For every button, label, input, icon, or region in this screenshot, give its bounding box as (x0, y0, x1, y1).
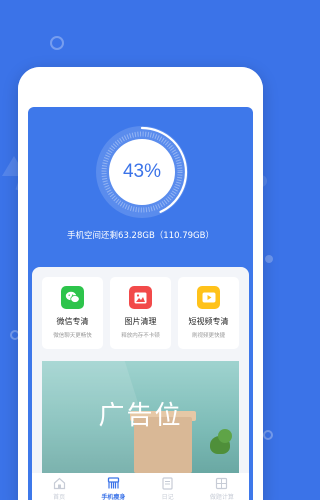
storage-remaining-text: 手机空间还剩63.28GB（110.79GB） (67, 231, 214, 241)
calculator-icon (216, 477, 228, 490)
broom-icon (107, 477, 120, 489)
tab-label: 做题计算 (209, 494, 234, 500)
tab-home[interactable]: 首页 (32, 473, 86, 500)
tab-phone-slim[interactable]: 手机瘦身 (86, 473, 140, 500)
home-icon (53, 477, 65, 490)
phone-bezel-top (18, 67, 263, 107)
phone-mockup: 43% 手机空间还剩63.28GB（110.79GB） 微信专清 微信聊天更畅快 (18, 67, 263, 500)
decorative-dot (265, 255, 273, 263)
decorative-ring (263, 430, 273, 440)
feature-tiles: 微信专清 微信聊天更畅快 图片清理 释放内存不卡顿 短视频专清 刷视频更快捷 (42, 277, 239, 349)
tile-title: 图片清理 (124, 317, 157, 326)
tile-wechat-clean[interactable]: 微信专清 微信聊天更畅快 (42, 277, 103, 349)
tile-title: 微信专清 (56, 317, 89, 326)
tab-label: 首页 (53, 494, 66, 500)
tile-subtitle: 微信聊天更畅快 (53, 333, 92, 339)
image-icon (129, 286, 152, 309)
notebook-icon (162, 477, 173, 490)
ad-banner[interactable]: 广告位 (42, 361, 239, 473)
tab-label: 日记 (161, 494, 174, 500)
tile-title: 短视频专清 (188, 317, 229, 326)
tab-calculator[interactable]: 做题计算 (195, 473, 249, 500)
storage-gauge: 43% (95, 125, 189, 219)
video-icon (197, 286, 220, 309)
tab-diary[interactable]: 日记 (141, 473, 195, 500)
tile-image-clean[interactable]: 图片清理 释放内存不卡顿 (110, 277, 171, 349)
gauge-percent: 43% (122, 161, 162, 182)
tab-label: 手机瘦身 (101, 494, 126, 500)
feature-panel: 微信专清 微信聊天更畅快 图片清理 释放内存不卡顿 短视频专清 刷视频更快捷 广… (32, 267, 249, 500)
tile-subtitle: 刷视频更快捷 (191, 333, 225, 339)
decorative-clock-icon (50, 36, 64, 50)
wechat-icon (61, 286, 84, 309)
tile-subtitle: 释放内存不卡顿 (121, 333, 160, 339)
ad-placeholder-text: 广告位 (98, 401, 183, 431)
bottom-tab-bar: 首页 手机瘦身 日记 做题计算 (32, 473, 249, 500)
app-screen: 43% 手机空间还剩63.28GB（110.79GB） 微信专清 微信聊天更畅快 (28, 107, 253, 500)
tile-video-clean[interactable]: 短视频专清 刷视频更快捷 (178, 277, 239, 349)
